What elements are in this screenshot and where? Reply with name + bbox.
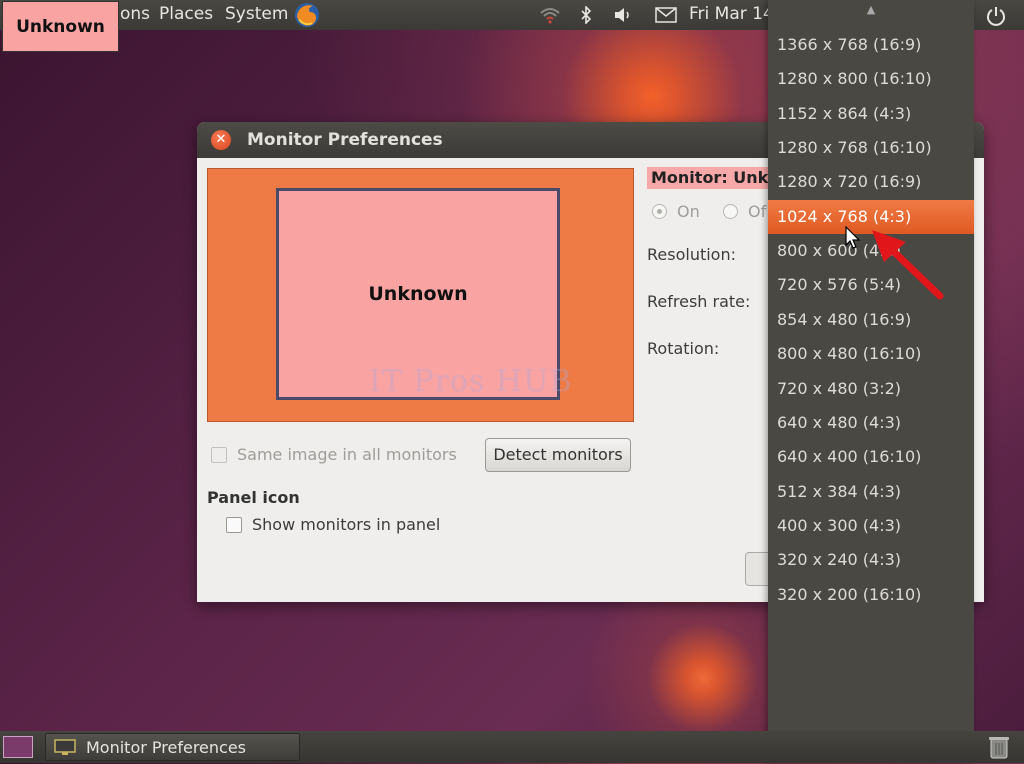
detect-monitors-button[interactable]: Detect monitors [485, 438, 631, 472]
off-radio[interactable] [723, 204, 738, 219]
resolution-option[interactable]: 512 x 384 (4:3) [768, 475, 974, 509]
monitor-label-overlay: Unknown [2, 1, 119, 52]
menu-applications[interactable]: ons [120, 4, 150, 24]
scroll-up-arrow-icon[interactable]: ▲ [768, 0, 974, 20]
monitor-icon [54, 739, 76, 760]
power-icon[interactable] [985, 5, 1007, 32]
volume-icon[interactable] [613, 6, 633, 28]
resolution-option[interactable]: 640 x 480 (4:3) [768, 406, 974, 440]
clock[interactable]: Fri Mar 14 [689, 4, 774, 24]
resolution-option[interactable]: 1280 x 800 (16:10) [768, 62, 974, 96]
bluetooth-icon[interactable] [580, 5, 592, 28]
resolution-option[interactable]: 720 x 480 (3:2) [768, 372, 974, 406]
taskbar-item-monitor-preferences[interactable]: Monitor Preferences [45, 733, 300, 761]
resolution-option[interactable]: 1280 x 720 (16:9) [768, 165, 974, 199]
resolution-option[interactable]: 854 x 480 (16:9) [768, 303, 974, 337]
wifi-icon[interactable] [539, 5, 561, 29]
taskbar-item-label: Monitor Preferences [86, 738, 247, 757]
bottom-panel: Monitor Preferences [0, 731, 1024, 763]
show-monitors-checkbox[interactable] [226, 517, 242, 533]
same-image-checkbox[interactable] [211, 447, 227, 463]
show-monitors-label: Show monitors in panel [252, 515, 441, 534]
resolution-option[interactable]: 320 x 200 (16:10) [768, 578, 974, 612]
monitor-name-label: Monitor: Unknown [647, 167, 775, 189]
trash-icon[interactable] [986, 734, 1012, 760]
resolution-option[interactable]: 800 x 480 (16:10) [768, 337, 974, 371]
firefox-icon[interactable] [293, 1, 321, 34]
off-label: Of [748, 202, 767, 221]
watermark: IT Pros HUB [369, 364, 573, 399]
resolution-dropdown-menu[interactable]: ▲ 1366 x 768 (16:9) 1280 x 800 (16:10) 115… [768, 0, 974, 763]
menu-places[interactable]: Places [159, 4, 213, 24]
resolution-option[interactable]: 400 x 300 (4:3) [768, 509, 974, 543]
same-image-label: Same image in all monitors [237, 445, 457, 464]
monitor-preview-label: Unknown [368, 283, 468, 305]
mouse-cursor-icon [845, 226, 861, 249]
mail-icon[interactable] [655, 7, 677, 27]
show-desktop-icon[interactable] [3, 736, 33, 758]
dialog-title: Monitor Preferences [247, 130, 443, 150]
resolution-option[interactable]: 1366 x 768 (16:9) [768, 28, 974, 62]
close-icon[interactable]: ✕ [211, 130, 231, 150]
resolution-label: Resolution: [647, 245, 736, 264]
resolution-option[interactable]: 640 x 400 (16:10) [768, 440, 974, 474]
refresh-rate-label: Refresh rate: [647, 292, 751, 311]
on-label: On [677, 202, 700, 221]
resolution-option[interactable]: 1152 x 864 (4:3) [768, 97, 974, 131]
panel-icon-heading: Panel icon [207, 488, 300, 507]
on-radio[interactable] [652, 204, 667, 219]
resolution-option[interactable]: 320 x 240 (4:3) [768, 543, 974, 577]
menu-system[interactable]: System [225, 4, 288, 24]
resolution-option[interactable]: 1280 x 768 (16:10) [768, 131, 974, 165]
rotation-label: Rotation: [647, 339, 720, 358]
